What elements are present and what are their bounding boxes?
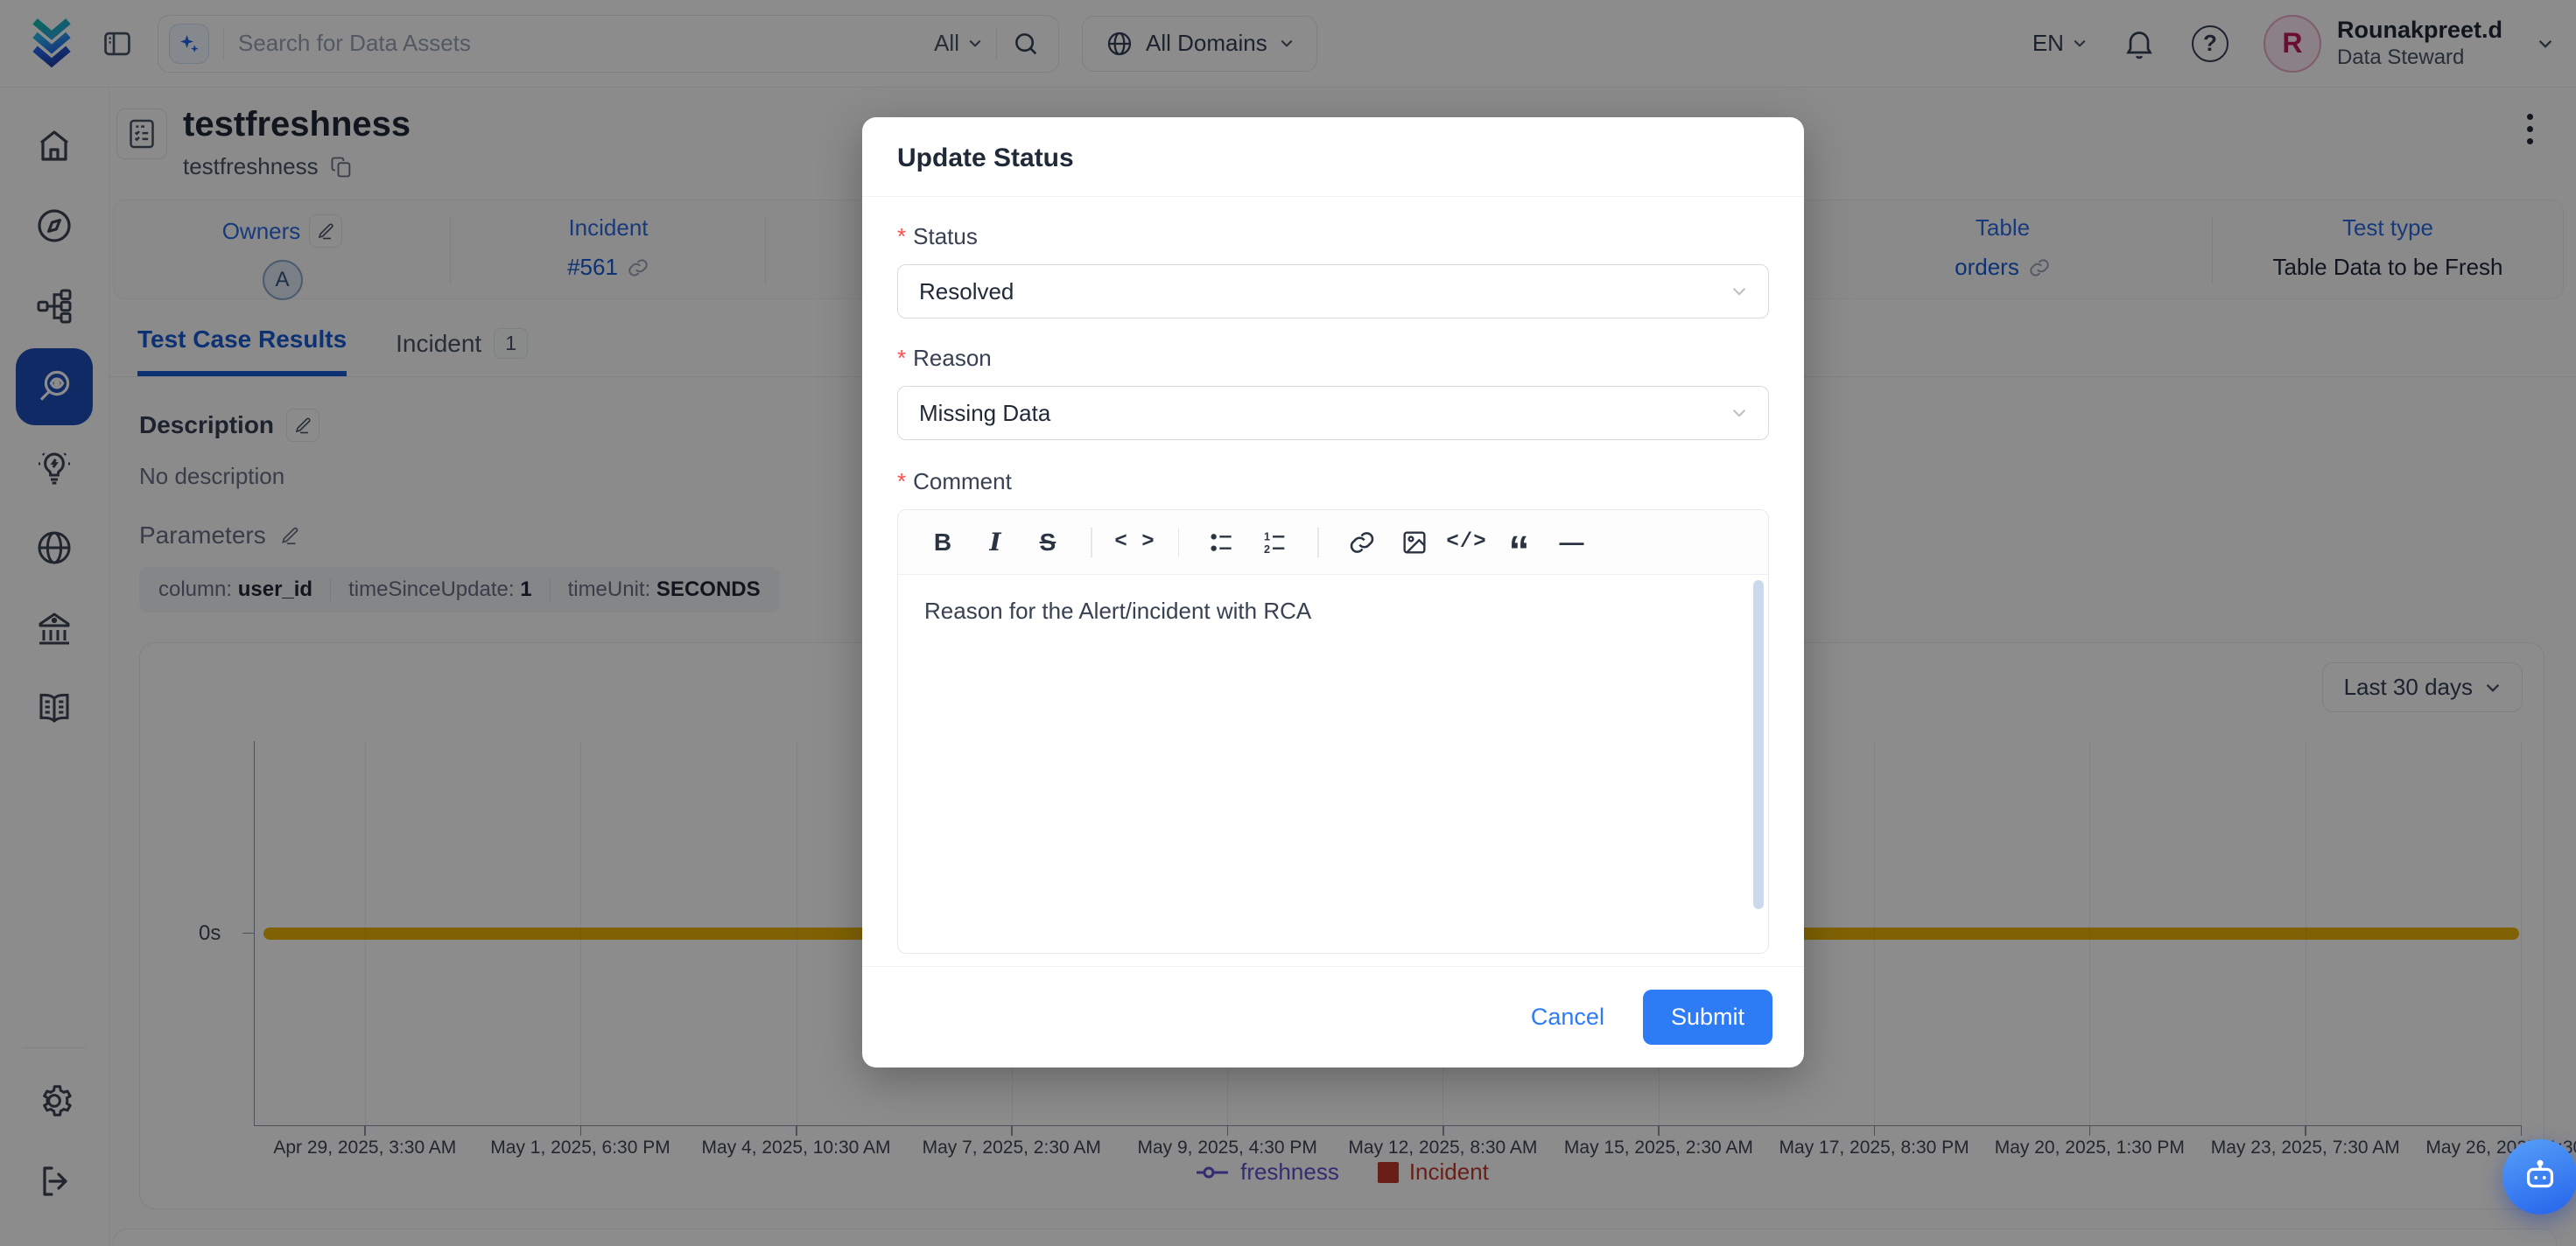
image-icon[interactable] bbox=[1391, 519, 1438, 566]
cancel-button[interactable]: Cancel bbox=[1506, 991, 1629, 1043]
chevron-down-icon bbox=[1731, 408, 1747, 418]
status-select[interactable]: Resolved bbox=[897, 264, 1769, 318]
editor-scrollbar[interactable] bbox=[1753, 580, 1764, 909]
strikethrough-icon[interactable]: S bbox=[1024, 519, 1071, 566]
italic-icon[interactable]: I bbox=[972, 519, 1019, 566]
rich-text-editor: B I S < > 12 bbox=[897, 509, 1769, 954]
reason-field-label: Reason bbox=[913, 345, 992, 372]
modal-title: Update Status bbox=[862, 117, 1804, 197]
link-icon[interactable] bbox=[1338, 519, 1386, 566]
chat-bot-icon bbox=[2520, 1157, 2560, 1197]
horizontal-rule-icon[interactable]: — bbox=[1548, 519, 1596, 566]
reason-select[interactable]: Missing Data bbox=[897, 386, 1769, 440]
bold-icon[interactable]: B bbox=[919, 519, 966, 566]
chevron-down-icon bbox=[1731, 286, 1747, 297]
required-asterisk: * bbox=[897, 345, 906, 372]
chat-assistant-button[interactable] bbox=[2502, 1139, 2576, 1214]
bullet-list-icon[interactable] bbox=[1198, 519, 1246, 566]
inline-code-icon[interactable]: < > bbox=[1112, 519, 1159, 566]
svg-text:1: 1 bbox=[1264, 530, 1270, 542]
reason-select-value: Missing Data bbox=[919, 400, 1050, 427]
comment-text: Reason for the Alert/incident with RCA bbox=[924, 598, 1311, 624]
status-select-value: Resolved bbox=[919, 278, 1014, 305]
comment-textarea[interactable]: Reason for the Alert/incident with RCA bbox=[898, 575, 1768, 953]
editor-toolbar: B I S < > 12 bbox=[898, 510, 1768, 575]
required-asterisk: * bbox=[897, 468, 906, 495]
status-field-label: Status bbox=[913, 223, 978, 250]
svg-text:2: 2 bbox=[1264, 543, 1270, 556]
quote-icon[interactable]: “ bbox=[1496, 519, 1543, 566]
required-asterisk: * bbox=[897, 223, 906, 250]
comment-field-label: Comment bbox=[913, 468, 1012, 495]
submit-button[interactable]: Submit bbox=[1643, 990, 1772, 1045]
update-status-modal: Update Status * Status Resolved * Reason bbox=[862, 117, 1804, 1068]
code-block-icon[interactable]: </> bbox=[1443, 519, 1491, 566]
ordered-list-icon[interactable]: 12 bbox=[1251, 519, 1298, 566]
app-root: All All Domains EN R bbox=[0, 0, 2576, 1246]
